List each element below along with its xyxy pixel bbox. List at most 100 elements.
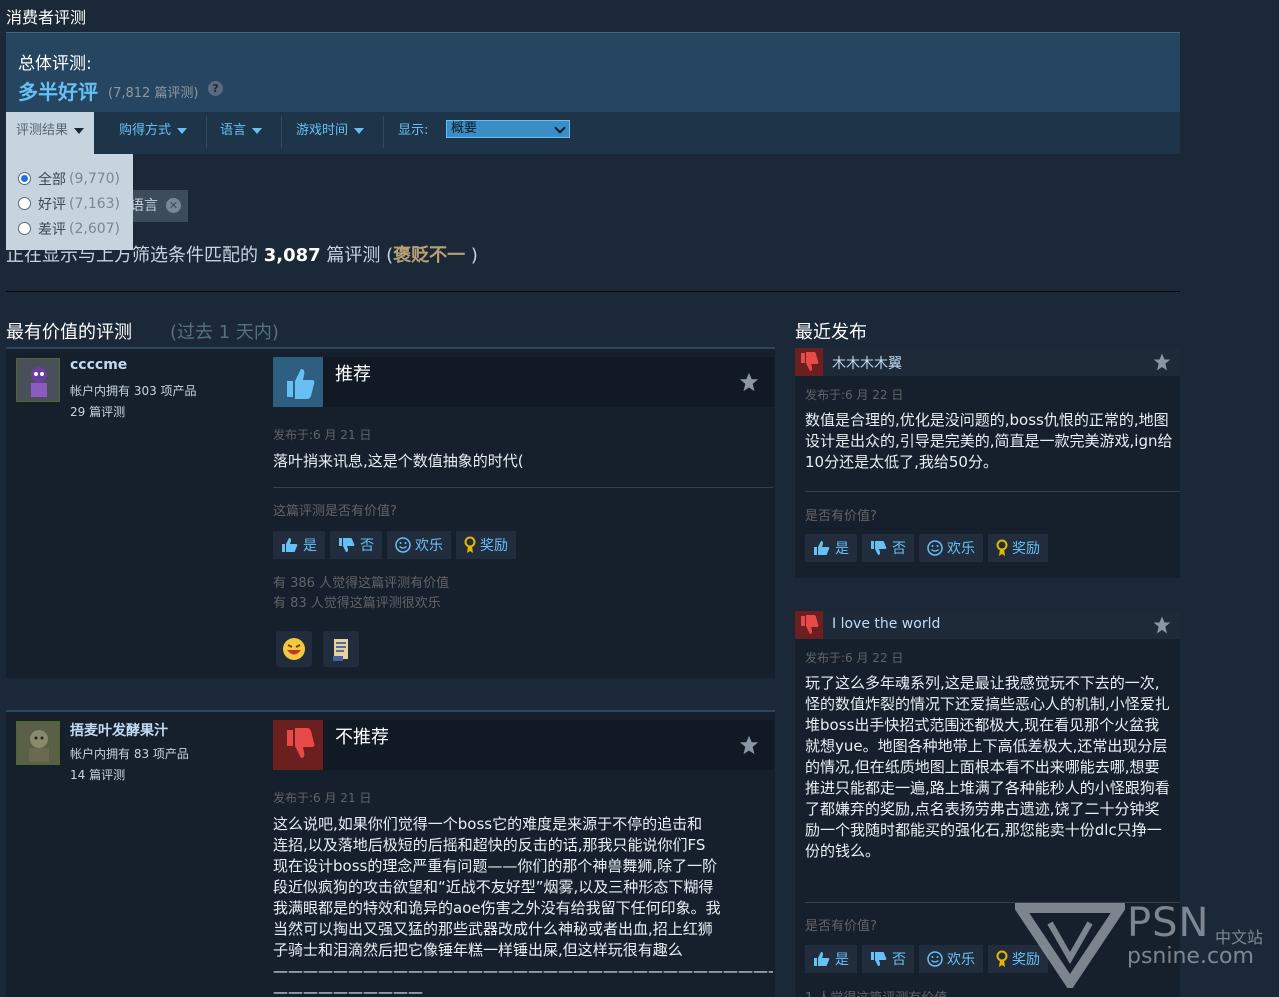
award-label: 奖励 — [480, 538, 508, 554]
radio-button[interactable] — [18, 222, 31, 235]
review-verdict-header[interactable]: 推荐 — [273, 357, 774, 407]
thumbs-up-icon — [814, 541, 830, 555]
review-author[interactable]: 捂麦叶发酵果汁 — [70, 720, 168, 740]
star-icon[interactable] — [738, 734, 760, 756]
star-icon[interactable] — [1152, 352, 1172, 372]
review-date: 发布于:6 月 21 日 — [273, 428, 372, 442]
recent-review-content: 数值是合理的,优化是没问题的,boss仇恨的正常的,地图设计是出众的,引导是完美… — [805, 411, 1173, 471]
review-filter-bar: 评测结果 购得方式 语言 游戏时间 显示: 概要 — [6, 112, 1180, 154]
helpful-question: 是否有价值? — [805, 919, 877, 934]
star-icon[interactable] — [1152, 615, 1172, 635]
review-card: ccccme 帐户内拥有 303 项产品 29 篇评测 推荐 发布于:6 月 2… — [6, 347, 775, 678]
radio-button[interactable] — [18, 197, 31, 210]
close-icon[interactable]: ✕ — [166, 198, 181, 213]
review-type-option-negative[interactable]: 差评 (2,607) — [6, 216, 133, 241]
avatar[interactable] — [16, 721, 60, 765]
award-label: 奖励 — [1012, 541, 1040, 557]
vote-no-label: 否 — [892, 952, 906, 968]
laughing-face-icon — [283, 638, 305, 660]
chevron-down-icon — [177, 127, 188, 134]
vote-yes-button[interactable]: 是 — [805, 534, 857, 562]
award-badge-scroll[interactable] — [323, 631, 359, 667]
overall-rating-label: 总体评测: — [18, 54, 92, 74]
scroll-icon — [333, 639, 348, 661]
filter-playtime[interactable]: 游戏时间 — [286, 112, 374, 154]
review-date: 发布于:6 月 21 日 — [273, 791, 372, 805]
review-author[interactable]: ccccme — [70, 357, 127, 373]
recent-review-date: 发布于:6 月 22 日 — [805, 388, 904, 402]
option-count: (7,163) — [69, 195, 121, 212]
overall-rating-count: (7,812 篇评测) — [108, 86, 199, 101]
review-verdict-header[interactable]: 不推荐 — [273, 720, 774, 770]
vote-no-button[interactable]: 否 — [862, 534, 914, 562]
stat-helpful: 有 386 人觉得这篇评测有价值 — [273, 576, 450, 591]
language-chip-label: 语言 — [130, 198, 158, 214]
review-stats: 有 386 人觉得这篇评测有价值 有 83 人觉得这篇评测很欢乐 — [273, 574, 449, 614]
vote-yes-button[interactable]: 是 — [805, 945, 857, 973]
award-button[interactable]: 奖励 — [988, 534, 1048, 562]
review-type-option-positive[interactable]: 好评 (7,163) — [6, 191, 133, 216]
option-label: 好评 — [38, 196, 66, 213]
overall-rating-value[interactable]: 多半好评 — [18, 76, 98, 105]
review-type-option-all[interactable]: 全部 (9,770) — [6, 166, 133, 191]
review-content: 这么说吧,如果你们觉得一个boss它的难度是来源于不停的追击和 连招,以及落地后… — [273, 814, 773, 997]
vote-funny-label: 欢乐 — [947, 952, 975, 968]
thumbs-up-icon — [273, 357, 323, 407]
review-content-line: 子骑士和泪滴然后把它像锤年糕一样锤出屎,但这样玩很有趣么 — [273, 941, 683, 959]
review-card: 捂麦叶发酵果汁 帐户内拥有 83 项产品 14 篇评测 不推荐 发布于:6 月 … — [6, 710, 775, 997]
recent-review-divider — [805, 491, 1180, 492]
radio-button[interactable] — [18, 172, 31, 185]
author-review-count[interactable]: 14 篇评测 — [70, 766, 125, 783]
products-owned[interactable]: 帐户内拥有 303 项产品 — [70, 382, 197, 399]
filter-result-close: ) — [470, 245, 478, 266]
filter-review-type[interactable]: 评测结果 — [6, 112, 95, 154]
filter-result-rating: 褒贬不一 — [393, 245, 466, 266]
help-icon[interactable]: ? — [208, 81, 223, 96]
vote-yes-button[interactable]: 是 — [273, 531, 325, 559]
page-title: 消费者评测 — [6, 8, 87, 27]
filter-language[interactable]: 语言 — [210, 112, 272, 154]
review-verdict: 推荐 — [335, 364, 371, 385]
review-type-dropdown: 全部 (9,770) 好评 (7,163) 差评 (2,607) — [6, 154, 133, 250]
vote-yes-label: 是 — [303, 538, 317, 554]
star-icon[interactable] — [738, 371, 760, 393]
review-content-line: ———————————————————————————————————————— — [273, 962, 773, 980]
vote-yes-label: 是 — [835, 541, 849, 557]
option-label: 差评 — [38, 221, 66, 238]
filter-purchase-type-label: 购得方式 — [119, 123, 172, 138]
vote-funny-button[interactable]: 欢乐 — [387, 531, 451, 559]
watermark-brand: PSN — [1127, 900, 1210, 946]
award-button[interactable]: 奖励 — [456, 531, 516, 559]
vote-buttons: 是 否 欢乐 奖励 — [273, 531, 516, 559]
filter-divider — [383, 116, 384, 148]
filter-result-suffix: 篇评测 ( — [326, 245, 394, 266]
vote-funny-label: 欢乐 — [947, 541, 975, 557]
vote-no-button[interactable]: 否 — [330, 531, 382, 559]
award-icon — [996, 539, 1008, 556]
option-count: (2,607) — [69, 220, 121, 237]
helpful-question: 是否有价值? — [805, 509, 877, 524]
products-owned[interactable]: 帐户内拥有 83 项产品 — [70, 745, 189, 762]
vote-funny-button[interactable]: 欢乐 — [919, 945, 983, 973]
vote-buttons: 是 否 欢乐 奖励 — [805, 534, 1048, 562]
display-select[interactable]: 概要 — [446, 120, 570, 138]
author-review-count[interactable]: 29 篇评测 — [70, 403, 125, 420]
review-content-line: 这么说吧,如果你们觉得一个boss它的难度是来源于不停的追击和 — [273, 815, 703, 833]
review-content-line: 连招,以及落地后极短的后摇和超快的反击的话,那我只能说你们FS — [273, 836, 706, 854]
recent-review-content: 玩了这么多年魂系列,这是最让我感觉玩不下去的一次,怪的数值炸裂的情况下还爱搞些恶… — [805, 674, 1170, 860]
review-content: 落叶捎来讯息,这是个数值抽象的时代( — [273, 452, 524, 470]
recent-review-header[interactable]: I love the world — [795, 611, 1180, 639]
recent-review-author[interactable]: 木木木木翼 — [832, 353, 902, 373]
smile-icon — [927, 951, 943, 967]
filter-purchase-type[interactable]: 购得方式 — [109, 112, 197, 154]
award-badge-laugh[interactable] — [276, 631, 312, 667]
vote-funny-button[interactable]: 欢乐 — [919, 534, 983, 562]
recent-review-author[interactable]: I love the world — [832, 616, 940, 632]
review-content-line: 我满眼都是的特效和诡异的aoe伤害之外没有给我留下任何印象。我 — [273, 899, 721, 917]
filter-result-count: 3,087 — [263, 245, 321, 266]
smile-icon — [395, 537, 411, 553]
review-verdict: 不推荐 — [335, 727, 389, 748]
avatar[interactable] — [16, 358, 60, 402]
vote-no-button[interactable]: 否 — [862, 945, 914, 973]
recent-review-header[interactable]: 木木木木翼 — [795, 348, 1180, 376]
